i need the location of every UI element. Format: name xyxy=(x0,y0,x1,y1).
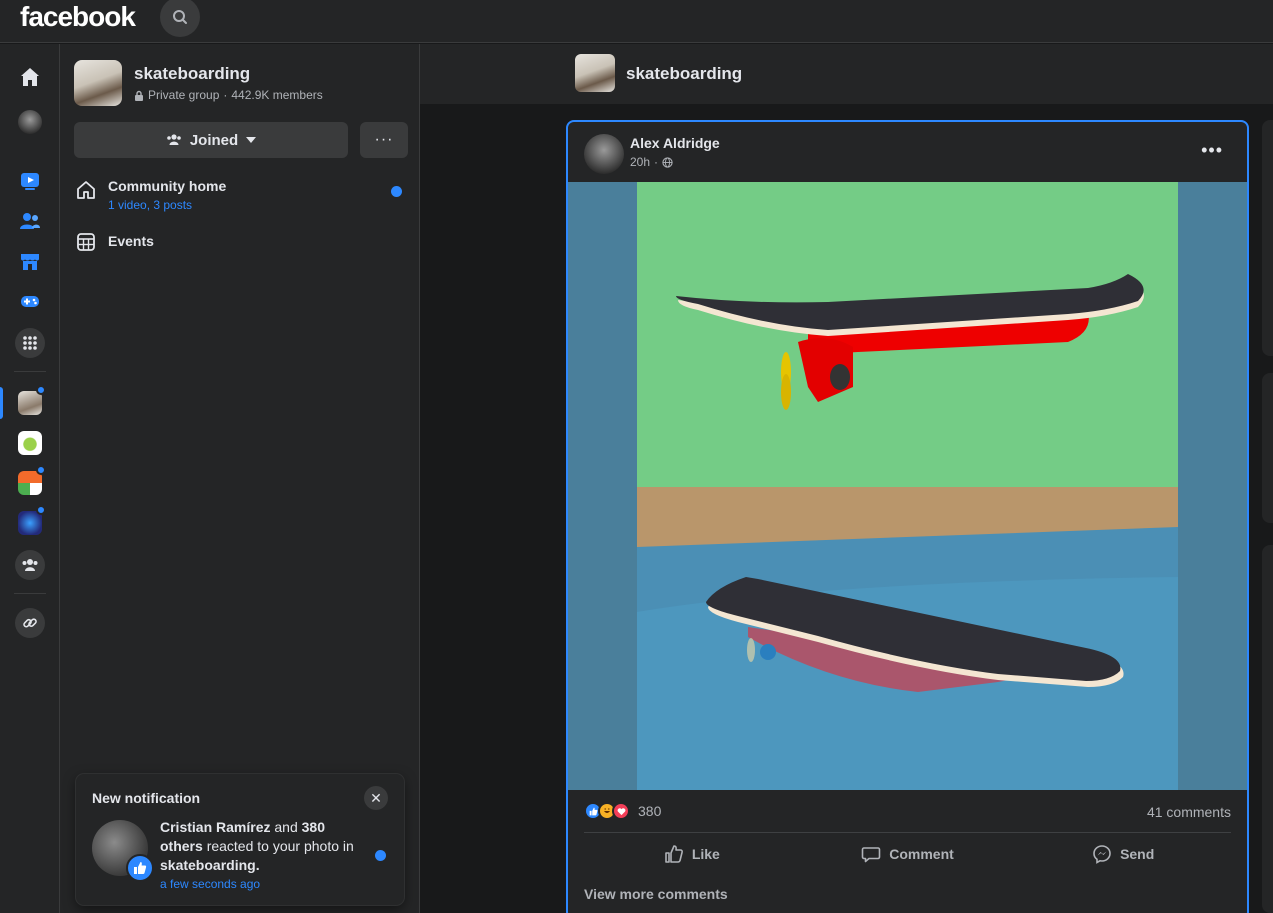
joined-label: Joined xyxy=(189,131,239,149)
unread-dot xyxy=(36,465,46,475)
close-icon: ✕ xyxy=(370,789,382,806)
notification-actor: Cristian Ramírez xyxy=(160,819,271,835)
unread-dot xyxy=(391,186,402,197)
nav-community-home[interactable]: Community home 1 video, 3 posts xyxy=(74,178,404,212)
skateboard-render xyxy=(637,182,1178,790)
rail-group-4[interactable] xyxy=(14,505,46,539)
notification-action: reacted to your photo in xyxy=(206,838,354,854)
globe-icon xyxy=(662,156,673,168)
rail-divider xyxy=(14,593,46,594)
rail-group-2[interactable] xyxy=(14,427,46,459)
home-outline-icon xyxy=(74,178,98,202)
post-more-button[interactable]: ••• xyxy=(1201,140,1223,161)
notification-title: New notification xyxy=(92,790,201,806)
rail-friends[interactable] xyxy=(14,205,46,237)
view-more-comments[interactable]: View more comments xyxy=(584,886,728,902)
send-label: Send xyxy=(1120,845,1155,862)
feed-header-title[interactable]: skateboarding xyxy=(626,64,742,84)
calendar-icon xyxy=(74,230,98,254)
home-icon xyxy=(21,68,39,86)
reaction-count: 380 xyxy=(638,803,662,819)
author-avatar[interactable] xyxy=(584,134,624,174)
post-action-bar: Like Comment Send xyxy=(584,832,1231,874)
rail-active-indicator xyxy=(0,387,3,419)
group-privacy: Private group xyxy=(148,88,220,102)
reaction-summary[interactable]: 380 xyxy=(584,802,661,820)
unread-dot xyxy=(36,505,46,515)
group-thumbnail[interactable] xyxy=(575,54,615,92)
groups-icon xyxy=(167,134,181,145)
comment-label: Comment xyxy=(889,845,954,862)
notification-group: skateboarding. xyxy=(160,857,260,873)
groups-icon xyxy=(22,559,38,571)
rail-watch[interactable] xyxy=(14,165,46,197)
post-card[interactable]: Alex Aldridge 20h · ••• 380 41 comments … xyxy=(566,120,1249,913)
rail-gaming[interactable] xyxy=(14,285,46,317)
facebook-logo[interactable]: facebook xyxy=(20,0,136,34)
lock-icon xyxy=(135,90,143,101)
marketplace-icon xyxy=(21,254,39,270)
side-card xyxy=(1262,373,1273,523)
group-members[interactable]: 442.9K members xyxy=(231,88,322,102)
messenger-icon xyxy=(1093,844,1111,864)
gaming-icon xyxy=(21,296,39,307)
like-badge xyxy=(126,854,154,882)
meta-separator: · xyxy=(223,88,228,102)
nav-community-home-label: Community home xyxy=(108,178,227,194)
group-meta: Private group · 442.9K members xyxy=(134,88,323,102)
nav-events-label: Events xyxy=(108,233,154,249)
notification-text: Cristian Ramírez and 380 others reacted … xyxy=(160,818,370,875)
post-image[interactable] xyxy=(568,182,1247,790)
nav-community-home-sub: 1 video, 3 posts xyxy=(108,198,193,212)
left-rail xyxy=(0,44,60,913)
rail-groups[interactable] xyxy=(14,549,46,581)
caret-down-icon xyxy=(246,137,257,143)
post-time[interactable]: 20h xyxy=(630,155,650,169)
side-card xyxy=(1262,120,1273,356)
rail-marketplace[interactable] xyxy=(14,245,46,277)
love-reaction-icon xyxy=(612,802,630,820)
rail-group-skateboarding[interactable] xyxy=(14,385,46,419)
comment-icon xyxy=(861,846,881,862)
rail-divider xyxy=(14,371,46,372)
watch-icon xyxy=(21,173,39,190)
rail-link[interactable] xyxy=(14,607,46,639)
thumbs-up-icon xyxy=(134,862,147,874)
search-icon xyxy=(173,10,187,24)
rail-home[interactable] xyxy=(14,61,46,93)
search-button[interactable] xyxy=(160,0,200,37)
notification-time: a few seconds ago xyxy=(160,877,261,891)
unread-dot xyxy=(375,850,386,861)
send-button[interactable]: Send xyxy=(1015,833,1231,874)
comment-button[interactable]: Comment xyxy=(800,833,1016,874)
rail-group-3[interactable] xyxy=(14,465,46,499)
comments-count[interactable]: 41 comments xyxy=(1147,804,1231,820)
post-timestamp: 20h · xyxy=(630,155,673,169)
menu-grid-icon xyxy=(23,336,37,350)
side-card xyxy=(1262,545,1273,913)
top-bar: facebook xyxy=(0,0,1273,43)
close-button[interactable]: ✕ xyxy=(364,786,388,810)
joined-button[interactable]: Joined xyxy=(74,122,348,158)
like-button[interactable]: Like xyxy=(584,833,800,874)
feed-header: skateboarding xyxy=(420,44,1273,104)
group-thumbnail[interactable] xyxy=(74,60,122,106)
nav-events[interactable]: Events xyxy=(74,230,404,254)
group-name[interactable]: skateboarding xyxy=(134,64,250,84)
unread-dot xyxy=(36,385,46,395)
group-thumbnail xyxy=(18,431,42,455)
time-separator: · xyxy=(654,155,659,169)
group-sidebar: skateboarding Private group · 442.9K mem… xyxy=(60,44,420,913)
avatar xyxy=(18,110,42,134)
notification-toast[interactable]: New notification ✕ Cristian Ramírez and … xyxy=(76,774,404,905)
notification-and: and xyxy=(274,819,298,835)
rail-menu[interactable] xyxy=(14,327,46,359)
friends-icon xyxy=(20,213,40,229)
group-more-button[interactable]: ··· xyxy=(360,122,408,158)
thumbs-up-outline-icon xyxy=(665,844,683,863)
rail-profile[interactable] xyxy=(14,106,46,138)
link-icon xyxy=(23,618,37,628)
post-author[interactable]: Alex Aldridge xyxy=(630,135,720,151)
like-label: Like xyxy=(691,845,720,862)
